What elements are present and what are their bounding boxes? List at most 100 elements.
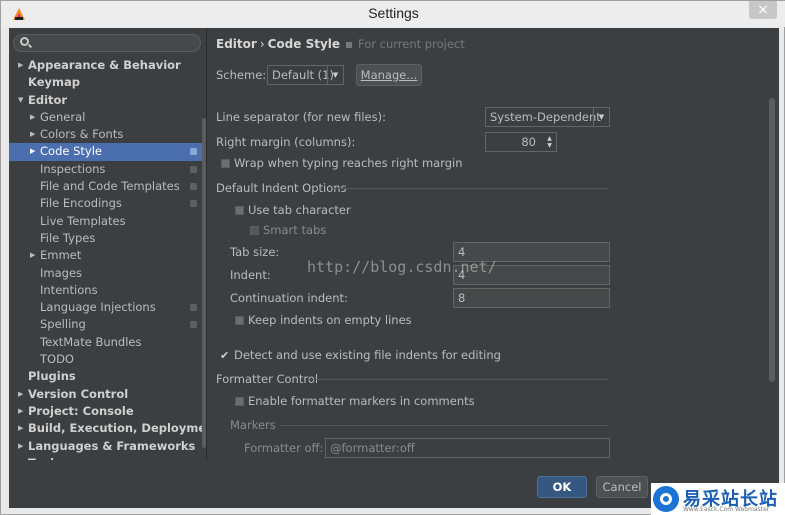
collapsed-arrow-icon[interactable]: ▶ bbox=[30, 247, 40, 264]
formatter-off-value: @formatter:off bbox=[330, 441, 415, 455]
sidebar-item-label: TextMate Bundles bbox=[40, 334, 142, 349]
code-style-panel: Editor › Code Style For current project Sch… bbox=[208, 28, 779, 460]
sidebar-item-label: Appearance & Behavior bbox=[28, 58, 181, 72]
sidebar-item-keymap[interactable]: Keymap bbox=[9, 74, 206, 91]
collapsed-arrow-icon[interactable]: ▶ bbox=[30, 143, 40, 160]
sidebar-item-textmate-bundles[interactable]: TextMate Bundles bbox=[9, 334, 206, 351]
continuation-indent-label: Continuation indent: bbox=[230, 291, 348, 305]
sidebar-item-label: Language Injections bbox=[40, 300, 156, 315]
sidebar-item-label: General bbox=[40, 109, 86, 124]
sidebar-item-project-console[interactable]: ▶ Project: Console bbox=[9, 403, 206, 420]
sidebar-item-label: Live Templates bbox=[40, 213, 126, 228]
continuation-indent-field[interactable]: 8 bbox=[453, 288, 610, 308]
project-scope-icon bbox=[190, 200, 197, 208]
sidebar-item-label: Version Control bbox=[28, 386, 129, 401]
sidebar-item-emmet[interactable]: ▶ Emmet bbox=[9, 247, 206, 264]
detect-indents-checkbox[interactable]: ✔ bbox=[220, 350, 231, 361]
formatter-off-label: Formatter off: bbox=[244, 441, 324, 455]
sidebar-item-todo[interactable]: TODO bbox=[9, 351, 206, 368]
right-margin-value: 80 bbox=[521, 135, 536, 149]
site-logo: 易采站长站 Www.Easck.Com Webmaster bbox=[651, 483, 785, 515]
expanded-arrow-icon[interactable]: ▼ bbox=[18, 92, 28, 109]
sidebar-item-inspections[interactable]: Inspections bbox=[9, 161, 206, 178]
sidebar-item-label: Plugins bbox=[28, 369, 76, 384]
watermark-text: http://blog.csdn.net/ bbox=[307, 258, 497, 276]
line-separator-label: Line separator (for new files): bbox=[216, 110, 386, 124]
window-title: Settings bbox=[368, 5, 419, 21]
formatter-off-field[interactable]: @formatter:off bbox=[325, 438, 610, 458]
sidebar-item-build-execution-deployment[interactable]: ▶ Build, Execution, Deployment bbox=[9, 420, 206, 437]
sidebar-item-label: Inspections bbox=[40, 161, 106, 176]
sidebar-item-label: Keymap bbox=[28, 75, 80, 90]
collapsed-arrow-icon[interactable]: ▶ bbox=[18, 386, 28, 403]
use-tab-checkbox[interactable] bbox=[235, 206, 244, 215]
collapsed-arrow-icon[interactable]: ▶ bbox=[18, 57, 28, 74]
settings-tree: ▶ Appearance & Behavior Keymap ▼ Editor ▶ Gene… bbox=[9, 57, 206, 460]
dialog-body: ▶ Appearance & Behavior Keymap ▼ Editor ▶ Gene… bbox=[9, 28, 779, 508]
chevron-down-icon: ▼ bbox=[327, 66, 343, 84]
smart-tabs-checkbox[interactable] bbox=[250, 226, 259, 235]
sidebar-item-live-templates[interactable]: Live Templates bbox=[9, 213, 206, 230]
sidebar-item-file-types[interactable]: File Types bbox=[9, 230, 206, 247]
sidebar-item-file-encodings[interactable]: File Encodings bbox=[9, 195, 206, 212]
section-divider bbox=[334, 188, 609, 189]
settings-window: Settings × ▶ Appearance & Behavior Keymap ▼… bbox=[0, 0, 785, 515]
sidebar-item-appearance-behavior[interactable]: ▶ Appearance & Behavior bbox=[9, 57, 206, 74]
collapsed-arrow-icon[interactable]: ▶ bbox=[30, 109, 40, 126]
collapsed-arrow-icon[interactable]: ▶ bbox=[18, 438, 28, 455]
sidebar-item-general[interactable]: ▶ General bbox=[9, 109, 206, 126]
indent-section-title: Default Indent Options bbox=[216, 181, 347, 195]
sidebar-item-spelling[interactable]: Spelling bbox=[9, 316, 206, 333]
sidebar-item-label: Code Style bbox=[40, 144, 102, 159]
collapsed-arrow-icon[interactable]: ▶ bbox=[18, 403, 28, 420]
collapsed-arrow-icon[interactable]: ▶ bbox=[18, 420, 28, 437]
sidebar-item-colors-fonts[interactable]: ▶ Colors & Fonts bbox=[9, 126, 206, 143]
spinner-icon[interactable]: ▲ ▼ bbox=[545, 135, 554, 149]
cancel-button[interactable]: Cancel bbox=[596, 476, 648, 498]
ok-button[interactable]: OK bbox=[537, 476, 587, 498]
project-scope-icon bbox=[190, 321, 197, 329]
enable-formatter-label: Enable formatter markers in comments bbox=[248, 394, 475, 408]
sidebar-item-label: Images bbox=[40, 265, 83, 280]
keep-indents-checkbox[interactable] bbox=[235, 316, 244, 325]
sidebar-item-label: File Encodings bbox=[40, 196, 122, 211]
right-margin-field[interactable]: 80 ▲ ▼ bbox=[485, 132, 557, 152]
sidebar-item-label: File Types bbox=[40, 230, 96, 245]
tab-size-value: 4 bbox=[458, 245, 466, 259]
search-input[interactable] bbox=[13, 34, 201, 52]
manage-button[interactable]: Manage... bbox=[356, 64, 422, 86]
sidebar-item-intentions[interactable]: Intentions bbox=[9, 282, 206, 299]
sidebar-item-label: Colors & Fonts bbox=[40, 127, 124, 142]
wrap-checkbox[interactable] bbox=[221, 159, 230, 168]
settings-sidebar: ▶ Appearance & Behavior Keymap ▼ Editor ▶ Gene… bbox=[9, 28, 207, 460]
sidebar-item-label: TODO bbox=[40, 352, 74, 367]
main-scrollbar[interactable] bbox=[769, 98, 775, 382]
project-scope-icon bbox=[190, 148, 197, 156]
section-divider bbox=[308, 379, 609, 380]
sidebar-item-file-and-code-templates[interactable]: File and Code Templates bbox=[9, 178, 206, 195]
sidebar-item-version-control[interactable]: ▶ Version Control bbox=[9, 386, 206, 403]
project-scope-icon bbox=[190, 304, 197, 312]
close-button[interactable]: × bbox=[749, 1, 777, 19]
formatter-section-title: Formatter Control bbox=[216, 372, 319, 386]
collapsed-arrow-icon[interactable]: ▶ bbox=[30, 126, 40, 143]
sidebar-item-plugins[interactable]: Plugins bbox=[9, 368, 206, 385]
logo-subtitle: Www.Easck.Com Webmaster bbox=[683, 506, 770, 513]
title-bar: Settings × bbox=[1, 1, 785, 27]
sidebar-item-editor[interactable]: ▼ Editor bbox=[9, 92, 206, 109]
sidebar-item-languages-frameworks[interactable]: ▶ Languages & Frameworks bbox=[9, 438, 206, 455]
line-separator-select[interactable]: System-Dependent ▼ bbox=[485, 107, 610, 127]
breadcrumb-code-style: Code Style bbox=[267, 37, 341, 51]
sidebar-scrollbar[interactable] bbox=[202, 118, 206, 448]
section-divider bbox=[280, 425, 609, 426]
line-separator-value: System-Dependent bbox=[490, 110, 601, 124]
breadcrumb-separator: › bbox=[259, 37, 265, 51]
scheme-select[interactable]: Default (1) ▼ bbox=[267, 65, 344, 85]
sidebar-item-language-injections[interactable]: Language Injections bbox=[9, 299, 206, 316]
sidebar-item-images[interactable]: Images bbox=[9, 265, 206, 282]
enable-formatter-checkbox[interactable] bbox=[235, 397, 244, 406]
continuation-indent-value: 8 bbox=[458, 291, 466, 305]
use-tab-label: Use tab character bbox=[248, 203, 351, 217]
sidebar-item-code-style[interactable]: ▶ Code Style bbox=[9, 143, 206, 161]
breadcrumb: Editor › Code Style For current project bbox=[216, 37, 465, 51]
